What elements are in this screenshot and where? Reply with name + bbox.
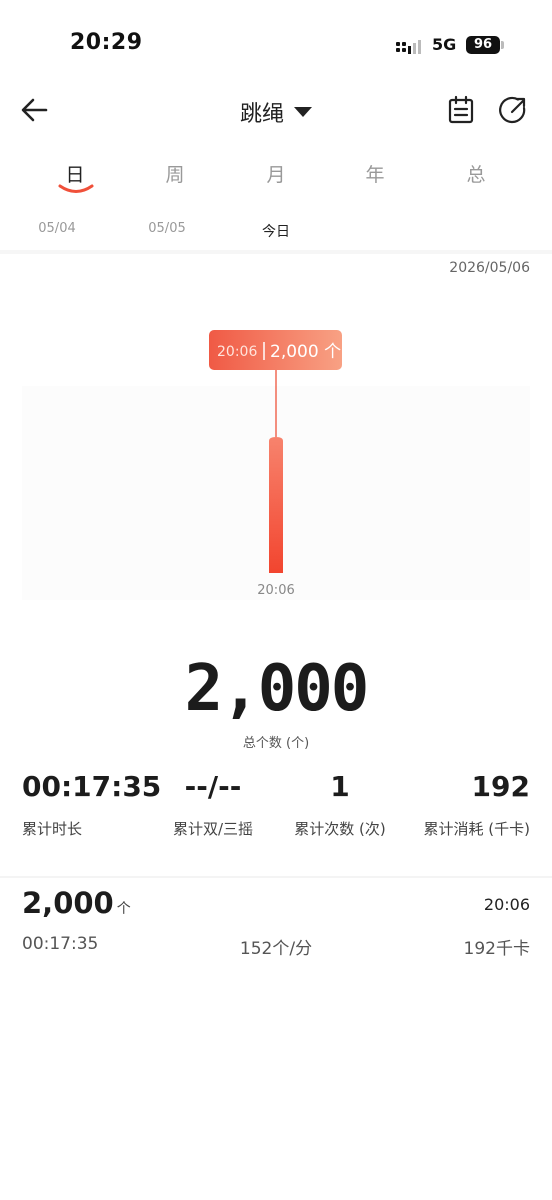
stat-duration-label: 累计时长	[22, 820, 83, 838]
record-count[interactable]: 2,000 个	[22, 886, 131, 920]
record-duration: 00:17:35	[22, 934, 99, 954]
date-tab-0504[interactable]: 05/04	[17, 221, 97, 236]
stat-double-label: 累计双/三摇	[172, 820, 254, 838]
section-divider	[0, 250, 552, 254]
stat-double-value: --/--	[184, 770, 242, 803]
date-tab-0505[interactable]: 05/05	[127, 221, 207, 236]
caret-down-icon	[294, 107, 312, 117]
tab-year[interactable]: 年	[335, 160, 415, 187]
tab-total[interactable]: 总	[436, 160, 516, 187]
tooltip-value: 2,000 个	[270, 342, 341, 362]
stat-sessions-label: 累计次数 (次)	[294, 820, 386, 838]
tab-active-indicator	[58, 184, 94, 193]
x-tick-label: 20:06	[257, 583, 294, 598]
record-count-unit: 个	[116, 901, 131, 917]
page-title: 跳绳	[239, 102, 284, 127]
record-count-value: 2,000	[22, 886, 114, 920]
battery-indicator: 96	[466, 36, 500, 54]
tab-week[interactable]: 周	[135, 160, 215, 187]
record-time: 20:06	[483, 895, 530, 914]
record-calories: 192千卡	[463, 939, 530, 959]
total-count-label: 总个数 (个)	[242, 736, 310, 751]
stat-calories-label: 累计消耗 (千卡)	[423, 820, 530, 838]
share-icon[interactable]	[497, 94, 529, 126]
stat-calories-value: 192	[471, 770, 530, 803]
total-count: 2,000	[184, 652, 370, 726]
chart-bar	[269, 437, 283, 573]
battery-tip	[501, 41, 504, 49]
date-tab-today[interactable]: 今日	[236, 221, 316, 241]
stat-duration-value: 00:17:35	[22, 770, 162, 803]
bar-chart[interactable]: 20:06 20:06 2,000 个	[0, 320, 552, 610]
record-divider	[0, 876, 552, 878]
tooltip-time: 20:06	[217, 344, 257, 360]
selected-date: 2026/05/06	[449, 260, 530, 276]
network-type: 5G	[432, 35, 457, 54]
record-pace: 152个/分	[239, 939, 313, 959]
stat-sessions-value: 1	[330, 770, 350, 803]
tab-month[interactable]: 月	[236, 160, 316, 187]
signal-icon	[396, 40, 421, 54]
status-time: 20:29	[70, 30, 143, 55]
calendar-icon[interactable]	[445, 94, 477, 126]
